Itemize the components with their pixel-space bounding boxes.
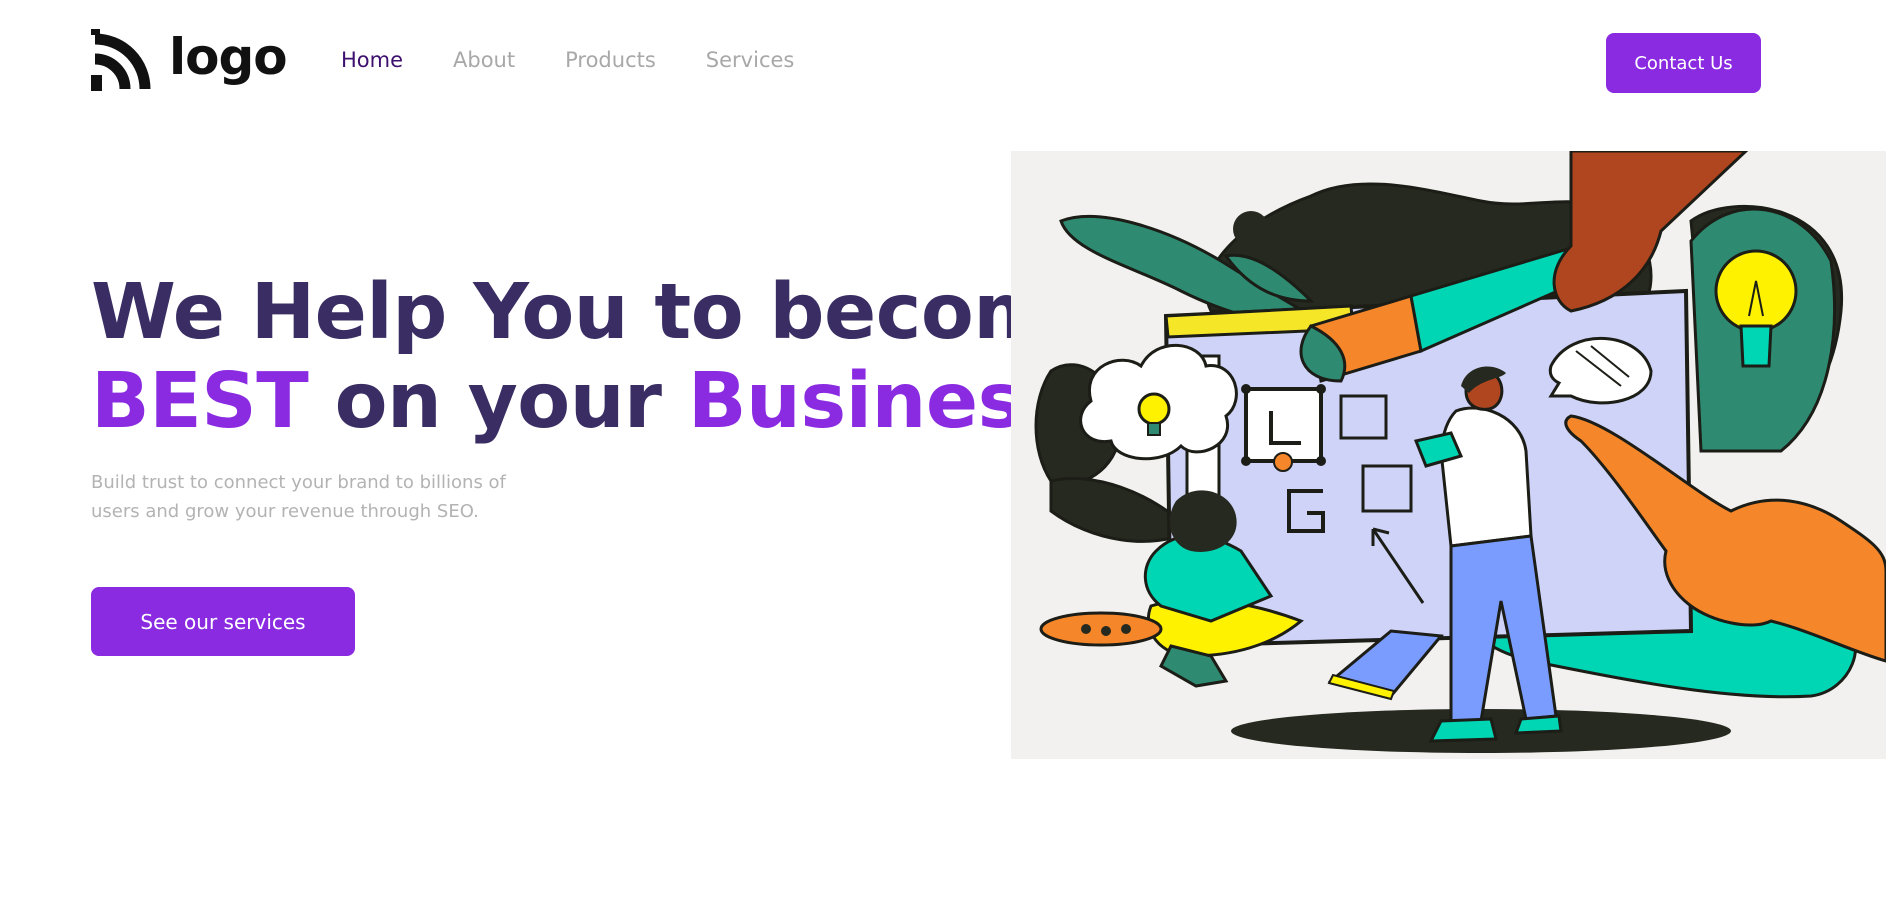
nav-item-about[interactable]: About xyxy=(453,48,515,72)
team-design-illustration xyxy=(1034,151,1886,753)
main-nav: Home About Products Services xyxy=(341,48,794,72)
dark-drop xyxy=(1233,211,1269,247)
hero-illustration xyxy=(1011,151,1886,759)
board-orange-dot xyxy=(1273,452,1293,472)
hero-title-best: BEST xyxy=(91,357,309,446)
logo[interactable]: logo xyxy=(91,28,288,94)
nav-item-home[interactable]: Home xyxy=(341,48,403,72)
lightbulb-right xyxy=(1714,249,1798,333)
hero-title-mid: on your xyxy=(308,357,688,446)
hero-subtitle: Build trust to connect your brand to bil… xyxy=(91,472,506,522)
landing-page: logo Home About Products Services Contac… xyxy=(0,0,1886,903)
paint-palette xyxy=(1039,611,1163,647)
board-square-1 xyxy=(1244,387,1323,463)
hero-title-line1: We Help You to become xyxy=(91,268,1105,357)
hero-title: We Help You to become BEST on your Busine… xyxy=(91,268,1105,446)
logo-icon xyxy=(91,29,151,91)
see-our-services-button[interactable]: See our services xyxy=(91,587,355,656)
nav-item-services[interactable]: Services xyxy=(706,48,795,72)
thought-bulb xyxy=(1137,392,1171,426)
contact-us-button[interactable]: Contact Us xyxy=(1606,33,1761,93)
nav-item-products[interactable]: Products xyxy=(565,48,656,72)
standing-person-torso xyxy=(1439,406,1533,548)
logo-text: logo xyxy=(169,28,288,86)
